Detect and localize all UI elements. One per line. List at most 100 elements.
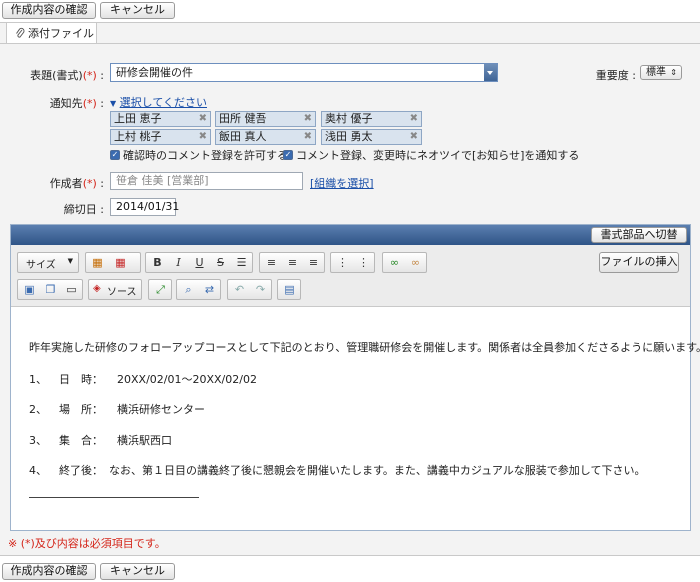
recipient-chip: 上村 桃子 ✖ (110, 129, 211, 145)
strikethrough-icon[interactable]: S (212, 255, 229, 270)
recipient-name: 上田 恵子 (114, 112, 162, 125)
allow-comment-label: 確認時のコメント登録を許可する (123, 149, 288, 162)
author-colon: : (100, 177, 104, 190)
remove-icon[interactable]: ✖ (199, 112, 207, 126)
unlink-icon[interactable]: ∞ (407, 255, 424, 270)
switch-format-button[interactable]: 書式部品へ切替 (591, 227, 687, 243)
notify-label-row: 通知先(*) : (20, 95, 104, 111)
tab-attachments-label: 添付ファイル (28, 27, 94, 40)
tab-attachments[interactable]: 添付ファイル (6, 23, 97, 44)
importance-colon: : (632, 69, 636, 82)
deadline-field[interactable]: 2014/01/31 (110, 198, 179, 216)
recipient-name: 田所 健吾 (219, 112, 267, 125)
format-group: B I U S ☰ (145, 252, 253, 273)
source-icon: ◈ (93, 283, 101, 294)
block-group: ▤ (277, 279, 301, 300)
item-number: 2、 (29, 403, 47, 416)
horizontal-rule-icon[interactable]: ☰ (233, 255, 250, 270)
title-select[interactable]: 研修会開催の件 (110, 63, 498, 82)
allow-comment-checkbox-row[interactable]: ✓ 確認時のコメント登録を許可する (110, 147, 288, 163)
editor-header: 書式部品へ切替 (11, 225, 690, 245)
find-group: ⌕ ⇄ (176, 279, 221, 300)
remove-icon[interactable]: ✖ (410, 130, 418, 144)
item-value: なお、第１日目の講義終了後に懇親会を開催いたします。また、講義中カジュアルな服装… (109, 464, 646, 477)
notify-new-label: コメント登録、変更時にネオツイで[お知らせ]を通知する (296, 149, 580, 162)
title-required-mark: (*) (82, 69, 97, 82)
source-label: ソース (107, 287, 137, 298)
unordered-list-icon[interactable]: ⋮ (355, 255, 372, 270)
author-field[interactable]: 笹倉 佳美 [営業部] (110, 172, 303, 190)
notify-select-link[interactable]: 選択してください (120, 96, 207, 109)
title-label: 表題(書式) (30, 69, 83, 82)
notify-select-row: ▼ 選択してください (110, 94, 207, 110)
doc-group: ▣ ❐ ▭ (17, 279, 83, 300)
item-number: 1、 (29, 373, 47, 386)
recipient-name: 飯田 真人 (219, 130, 267, 143)
importance-label: 重要度 (595, 69, 629, 82)
cancel-button-top[interactable]: キャンセル (100, 2, 175, 19)
align-right-icon[interactable]: ≡ (305, 255, 322, 270)
text-color-icon[interactable]: ▦ (89, 255, 106, 270)
recipient-chip: 飯田 真人 ✖ (215, 129, 316, 145)
intro-text: 昨年実施した研修のフォローアップコースとして下記のとおり、管理職研修会を開催しま… (29, 341, 700, 354)
deadline-label-row: 締切日 : (20, 201, 104, 217)
undo-icon[interactable]: ↶ (231, 282, 248, 297)
find-icon[interactable]: ⌕ (180, 282, 197, 297)
chevron-down-icon[interactable] (484, 64, 497, 81)
author-label: 作成者 (49, 177, 83, 190)
deadline-label: 締切日 (63, 203, 97, 216)
maximize-icon[interactable]: ⤢ (152, 282, 169, 297)
replace-icon[interactable]: ⇄ (201, 282, 218, 297)
notify-new-checkbox-row[interactable]: ✓ コメント登録、変更時にネオツイで[お知らせ]を通知する (283, 147, 579, 163)
preview-icon[interactable]: ▭ (63, 282, 80, 297)
item-value: 20XX/02/01〜20XX/02/02 (117, 373, 257, 386)
item-key: 終了後： (59, 464, 103, 477)
recipient-chip: 田所 健吾 ✖ (215, 111, 316, 127)
notify-label: 通知先 (49, 97, 83, 110)
recipient-chip: 上田 恵子 ✖ (110, 111, 211, 127)
notify-new-checkbox[interactable]: ✓ (283, 150, 293, 160)
editor-toolbar: サイズ ▼ ▦ ▦ B I U S ☰ ≡ ≡ ≡ ⋮ ⋮ ∞ ∞ ファイルの挿… (11, 245, 690, 307)
source-button[interactable]: ◈ ソース (88, 279, 142, 300)
remove-icon[interactable]: ✖ (199, 130, 207, 144)
importance-label-row: 重要度 : (560, 67, 636, 83)
show-blocks-icon[interactable]: ▤ (281, 282, 298, 297)
updown-arrow-icon: ⇕ (670, 68, 677, 77)
cancel-button-bottom[interactable]: キャンセル (100, 563, 175, 580)
notify-required-mark: (*) (82, 97, 97, 110)
recipient-chip: 浅田 勇太 ✖ (321, 129, 422, 145)
italic-icon[interactable]: I (170, 255, 187, 270)
confirm-button-top[interactable]: 作成内容の確認 (2, 2, 96, 19)
size-select[interactable]: サイズ ▼ (17, 252, 79, 273)
ordered-list-icon[interactable]: ⋮ (334, 255, 351, 270)
deadline-colon: : (100, 203, 104, 216)
save-icon[interactable]: ▣ (21, 282, 38, 297)
underline-icon[interactable]: U (191, 255, 208, 270)
align-left-icon[interactable]: ≡ (263, 255, 280, 270)
paperclip-icon (16, 27, 25, 38)
confirm-button-bottom[interactable]: 作成内容の確認 (2, 563, 96, 580)
form-panel: 添付ファイル 表題(書式)(*) : 研修会開催の件 重要度 : 標準 ⇕ 通知… (0, 22, 700, 556)
redo-icon[interactable]: ↷ (252, 282, 269, 297)
remove-icon[interactable]: ✖ (304, 130, 312, 144)
importance-select[interactable]: 標準 ⇕ (640, 65, 682, 80)
tab-divider (0, 43, 700, 44)
insert-file-button[interactable]: ファイルの挿入 (599, 252, 679, 273)
size-select-label: サイズ (26, 260, 56, 271)
align-center-icon[interactable]: ≡ (284, 255, 301, 270)
org-select-link[interactable]: [組織を選択] (310, 175, 374, 191)
title-select-value: 研修会開催の件 (116, 66, 193, 79)
allow-comment-checkbox[interactable]: ✓ (110, 150, 120, 160)
agenda-item: 3、集 合： 横浜駅西口 (29, 432, 172, 448)
item-value: 横浜研修センター (117, 403, 205, 416)
templates-icon[interactable]: ❐ (42, 282, 59, 297)
link-group: ∞ ∞ (382, 252, 427, 273)
item-value: 横浜駅西口 (117, 434, 172, 447)
bold-icon[interactable]: B (149, 255, 166, 270)
item-number: 4、 (29, 464, 47, 477)
link-icon[interactable]: ∞ (386, 255, 403, 270)
remove-icon[interactable]: ✖ (410, 112, 418, 126)
remove-icon[interactable]: ✖ (304, 112, 312, 126)
table-icon[interactable]: ▦ (112, 255, 129, 270)
agenda-item: 2、場 所： 横浜研修センター (29, 401, 205, 417)
